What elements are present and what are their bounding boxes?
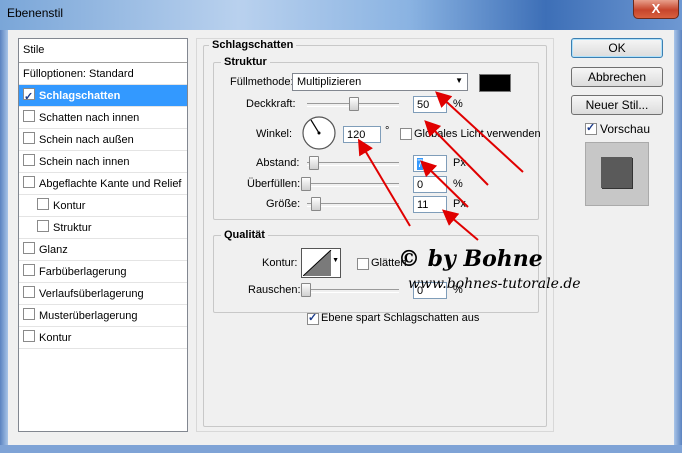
arrow-to-distance xyxy=(420,160,469,208)
arrow-to-angle xyxy=(357,138,411,227)
layer-style-dialog: Ebenenstil X Stile Fülloptionen: Standar… xyxy=(0,0,682,453)
arrow-to-size xyxy=(441,209,479,241)
annotation-arrows xyxy=(357,91,524,241)
arrow-to-opacity xyxy=(435,91,524,173)
